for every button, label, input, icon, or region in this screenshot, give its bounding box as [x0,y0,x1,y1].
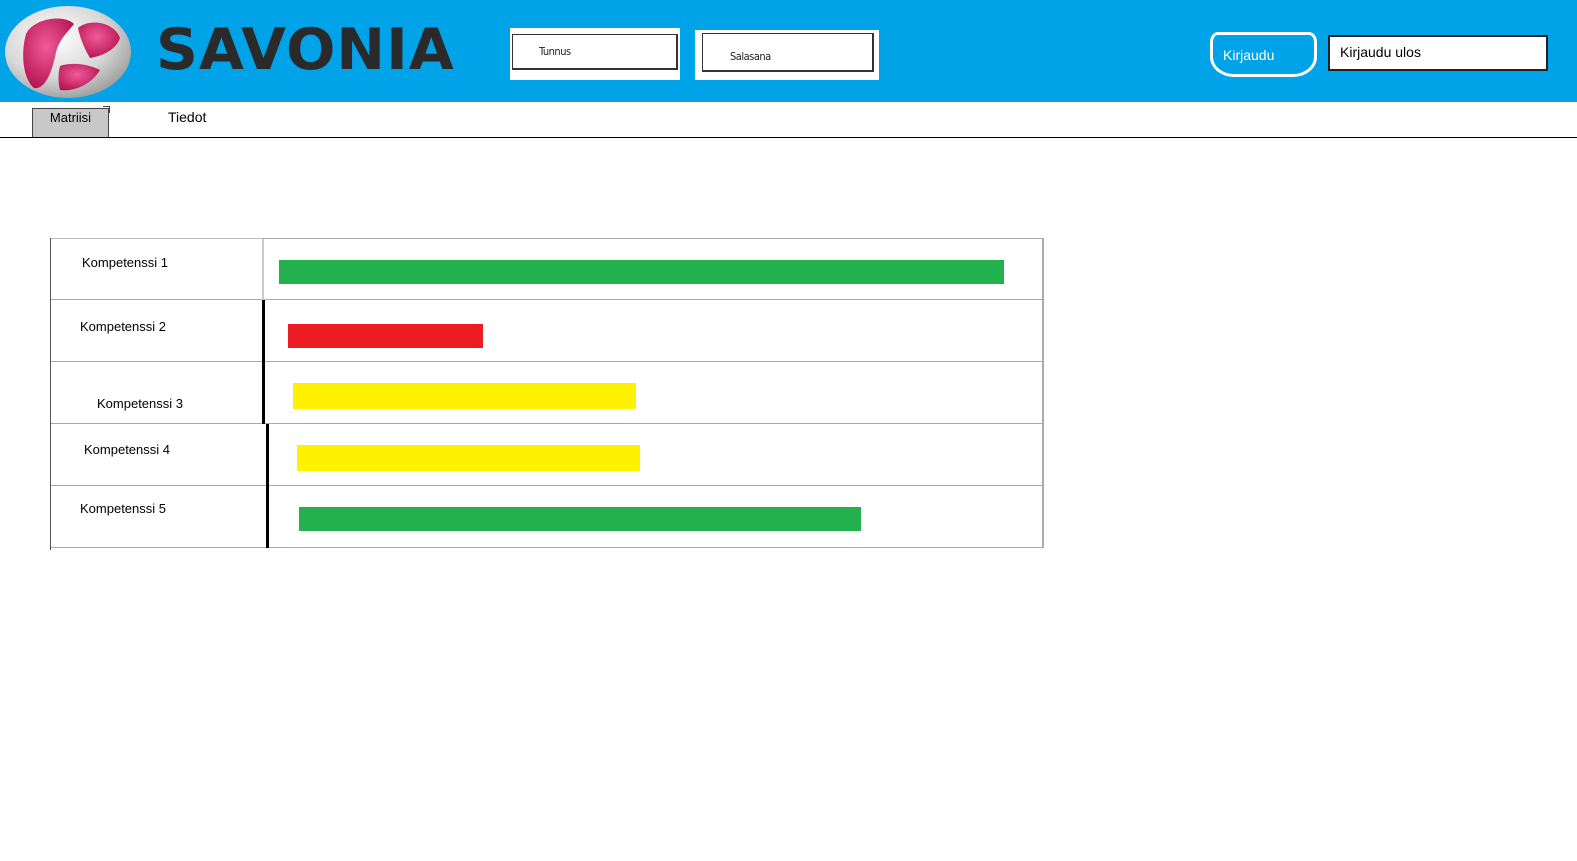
competence-bar [293,383,636,409]
label-row: Kompetenssi 5 [51,486,263,548]
password-field[interactable]: Salasana [702,33,874,72]
competence-label: Kompetenssi 1 [82,255,168,270]
competence-label: Kompetenssi 4 [84,442,170,457]
tab-matriisi[interactable]: Matriisi [32,106,110,137]
row-divider [266,424,269,486]
competence-bar [288,324,483,348]
app-window: SAVONIA Tunnus Salasana Kirjaudu Kirjaud… [0,0,1577,861]
competence-label: Kompetenssi 2 [80,319,166,334]
bar-row [262,424,1044,486]
row-divider [262,362,265,424]
username-field[interactable]: Tunnus [512,34,678,70]
competence-bar [299,507,861,531]
label-row: Kompetenssi 4 [51,424,263,486]
label-row: Kompetenssi 2 [51,300,263,362]
competence-bar [279,260,1004,284]
tab-bar: Matriisi Tiedot [0,102,1577,138]
row-divider [262,300,265,362]
competence-label-column: Kompetenssi 1 Kompetenssi 2 Kompetenssi … [50,238,263,550]
row-divider [262,239,264,300]
password-field-wrap: Salasana [695,30,879,80]
row-divider [266,486,269,548]
login-button[interactable]: Kirjaudu [1210,32,1317,77]
label-row: Kompetenssi 3 [51,362,263,424]
competence-label: Kompetenssi 5 [80,501,166,516]
bar-row [262,300,1044,362]
username-field-wrap: Tunnus [510,28,680,80]
logout-button[interactable]: Kirjaudu ulos [1328,35,1548,71]
bar-row [262,486,1044,548]
bar-row [262,238,1044,300]
label-row: Kompetenssi 1 [51,238,263,300]
brand-name: SAVONIA [156,17,455,83]
tab-tiedot[interactable]: Tiedot [168,109,206,125]
competence-label: Kompetenssi 3 [97,396,183,411]
savonia-logo-icon [5,6,131,98]
header: SAVONIA Tunnus Salasana Kirjaudu Kirjaud… [0,0,1577,102]
bar-row [262,362,1044,424]
competence-bar-column [262,238,1044,550]
competence-bar [297,445,640,471]
